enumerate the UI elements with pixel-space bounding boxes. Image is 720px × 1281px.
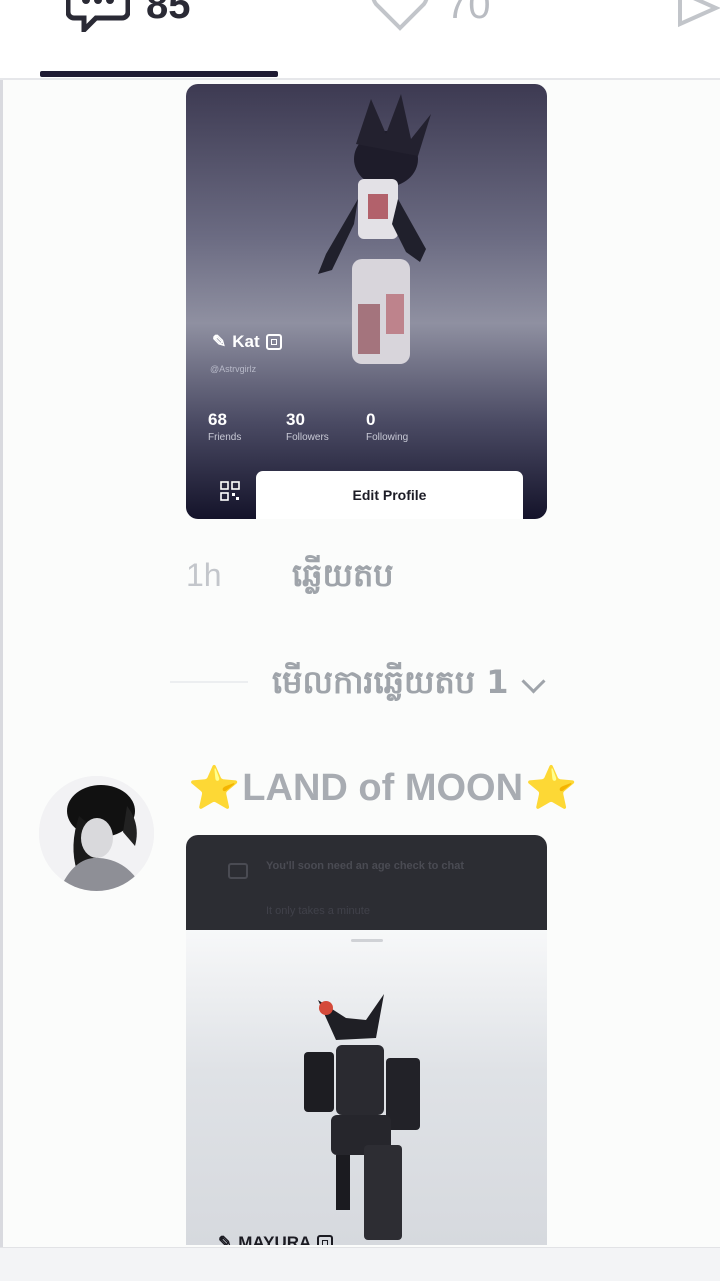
tab-share[interactable]: [676, 0, 720, 32]
tab-strip: 85 70: [0, 0, 720, 80]
profile-name: ✎ Kat: [212, 332, 282, 352]
stat-value: 30: [286, 410, 305, 429]
verified-badge-icon: [317, 1235, 334, 1245]
stat-label: Following: [366, 432, 409, 443]
stat-label: Friends: [208, 432, 242, 443]
pencil-icon: ✎: [218, 1233, 233, 1245]
share-icon: [678, 0, 720, 28]
comment-bubble-icon: [66, 0, 130, 32]
commenter-username[interactable]: ⭐ LAND of MOON ⭐: [188, 764, 577, 813]
left-frame-edge: [0, 0, 3, 1280]
stat-friends: 68 Friends: [208, 410, 241, 443]
heart-icon: [371, 0, 429, 31]
commenter-avatar[interactable]: [39, 776, 154, 891]
comments-count: 85: [146, 0, 191, 27]
likes-count: 70: [446, 0, 491, 27]
age-check-subtext: It only takes a minute: [266, 905, 370, 917]
view-replies-button[interactable]: មើលការឆ្លើយតប 1: [272, 662, 546, 709]
username-text: LAND of MOON: [242, 767, 524, 809]
profile-name: ✎ MAYURA: [218, 1233, 334, 1245]
profile-screenshot-card[interactable]: ✎ Kat @Astrvgirlz 68 Friends 30 Follower…: [186, 84, 547, 519]
stat-value: 0: [366, 410, 376, 429]
profile-name-text: Kat: [232, 332, 260, 351]
comment-screenshot-card[interactable]: You'll soon need an age check to chat It…: [186, 835, 547, 1245]
profile-name-text: MAYURA: [238, 1233, 312, 1245]
avatar-figure-illustration: [304, 994, 420, 1240]
stat-value: 68: [208, 410, 227, 429]
stat-following: 0 Following: [366, 410, 408, 443]
tab-likes[interactable]: 70: [370, 0, 491, 32]
edit-profile-button[interactable]: Edit Profile: [256, 471, 523, 519]
bottom-input-bar: [0, 1247, 720, 1281]
view-replies-label: មើលការឆ្លើយតប 1: [272, 663, 509, 701]
avatar-preview: [186, 930, 547, 1245]
reply-button[interactable]: ឆ្លើយតប: [292, 555, 394, 602]
pencil-icon: ✎: [212, 332, 227, 351]
profile-handle: @Astrvgirlz: [210, 364, 257, 374]
chevron-down-icon: [521, 669, 546, 694]
tab-comments[interactable]: 85: [66, 0, 191, 32]
age-check-banner: You'll soon need an age check to chat It…: [186, 835, 547, 930]
qr-code-icon: [220, 481, 240, 501]
active-tab-indicator: [40, 71, 278, 77]
stat-followers: 30 Followers: [286, 410, 329, 443]
sheet-handle: [351, 939, 383, 942]
message-icon: [228, 863, 248, 879]
comment-timestamp: 1h: [186, 557, 222, 593]
replies-divider: [170, 681, 248, 683]
stat-label: Followers: [286, 432, 329, 443]
age-check-message: You'll soon need an age check to chat: [266, 860, 465, 872]
star-icon: ⭐: [525, 764, 578, 811]
avatar-image: [39, 776, 154, 891]
star-icon: ⭐: [188, 764, 241, 811]
verified-badge-icon: [265, 334, 282, 350]
